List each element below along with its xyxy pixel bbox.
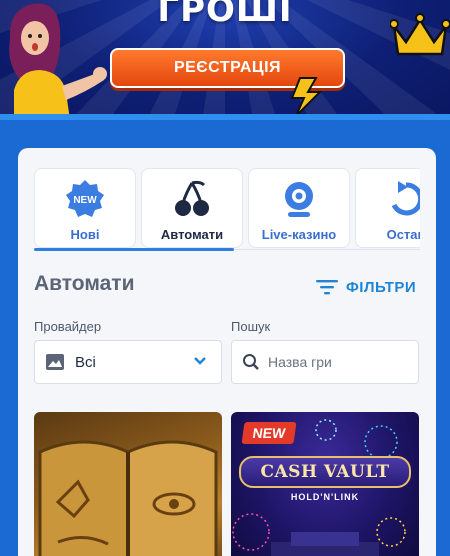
- tabs-track: [234, 249, 420, 250]
- tab-live-casino-label: Live-казино: [261, 227, 337, 242]
- tab-new[interactable]: NEW Нові: [34, 168, 136, 248]
- chevron-down-icon: [194, 357, 206, 365]
- section-title: Автомати: [34, 272, 135, 295]
- new-badge: NEW: [241, 422, 297, 444]
- game-tile-cash-vault[interactable]: NEW CASH VAULT HOLD'N'LINK: [231, 412, 419, 556]
- provider-select[interactable]: Всі: [34, 340, 222, 384]
- provider-label: Провайдер: [34, 319, 102, 334]
- crown-icon: [390, 13, 450, 56]
- new-badge-icon: NEW: [66, 180, 104, 217]
- game-title: CASH VAULT: [239, 456, 411, 488]
- history-icon: [391, 181, 420, 216]
- search-label: Пошук: [231, 319, 271, 334]
- tab-recent[interactable]: Остан: [355, 168, 420, 248]
- provider-value: Всі: [75, 353, 96, 371]
- filter-icon: [316, 280, 338, 295]
- search-icon: [243, 354, 259, 370]
- category-tabs: NEW Нові Автомати Live-казино Оста: [34, 168, 420, 252]
- filters-button[interactable]: ФІЛЬТРИ: [316, 276, 416, 298]
- promo-banner[interactable]: ГРОШІ РЕЄСТРАЦІЯ: [0, 0, 450, 120]
- cherries-icon: [175, 180, 209, 216]
- tab-new-label: Нові: [70, 227, 100, 242]
- image-icon: [46, 354, 64, 370]
- webcam-icon: [285, 182, 313, 217]
- game-artwork-book: [38, 440, 218, 556]
- active-tab-indicator: [34, 248, 234, 251]
- game-subtitle: HOLD'N'LINK: [290, 492, 360, 502]
- banner-divider: [0, 114, 450, 120]
- new-badge-text: NEW: [73, 195, 97, 206]
- tab-slots-label: Автомати: [160, 227, 224, 242]
- filters-label: ФІЛЬТРИ: [346, 278, 417, 296]
- tab-slots[interactable]: Автомати: [141, 168, 243, 248]
- tab-live-casino[interactable]: Live-казино: [248, 168, 350, 248]
- search-field[interactable]: [231, 340, 419, 384]
- search-input[interactable]: [268, 354, 408, 370]
- game-tile[interactable]: [34, 412, 222, 556]
- banner-title: ГРОШІ: [157, 0, 293, 30]
- tab-recent-label: Остан: [386, 227, 420, 242]
- games-card: NEW Нові Автомати Live-казино Оста Автом…: [18, 148, 436, 556]
- lightning-icon: [290, 77, 323, 117]
